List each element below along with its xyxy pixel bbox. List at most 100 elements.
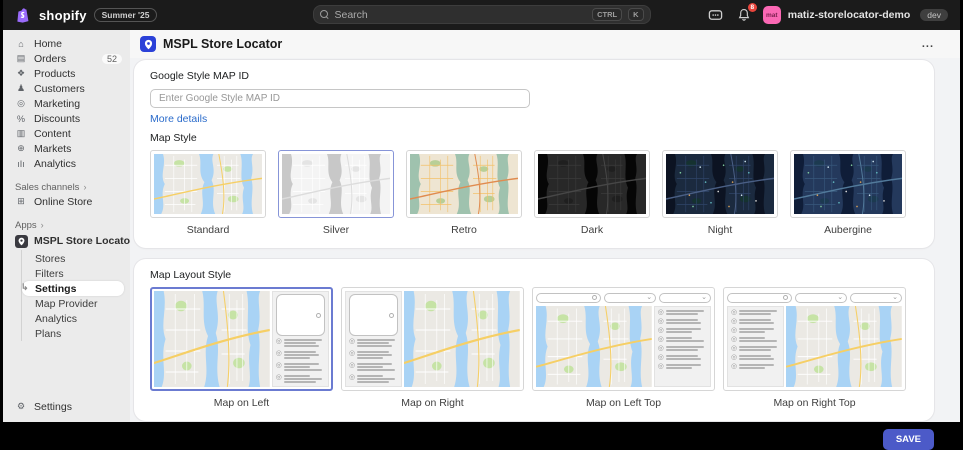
map-preview-standard [154, 154, 262, 214]
pin-icon: ◎ [658, 354, 664, 361]
store-list-item: ◎ [731, 309, 780, 316]
layout-map-preview [404, 291, 520, 387]
list-item-lines [357, 338, 398, 348]
global-search-input[interactable]: Search CTRL K [313, 5, 651, 24]
more-details-link[interactable]: More details [150, 113, 207, 125]
subitem-label: Stores [35, 253, 65, 265]
pin-icon: ◎ [731, 327, 737, 334]
map-layout-card: Map Layout Style ◎◎◎◎Map on Left◎◎◎◎Map … [134, 259, 934, 421]
store-list-item: ◎ [658, 309, 707, 316]
store-list-item: ◎ [658, 336, 707, 343]
save-button[interactable]: SAVE [883, 429, 934, 450]
sidebar-item-discounts[interactable]: %Discounts [3, 111, 130, 126]
shortcut-ctrl-key: CTRL [592, 8, 622, 21]
map-style-caption: Dark [534, 224, 650, 236]
sidebar-item-products[interactable]: ❖Products [3, 66, 130, 81]
list-item-lines [284, 374, 325, 384]
pin-icon: ◎ [658, 363, 664, 370]
map-id-label: Google Style MAP ID [150, 70, 918, 82]
sidebar-subitem-settings[interactable]: ↳Settings [22, 281, 124, 296]
list-item-lines [739, 354, 780, 361]
map-style-caption: Aubergine [790, 224, 906, 236]
sidebar-item-online-store[interactable]: ⊞Online Store [3, 194, 130, 209]
list-item-lines [284, 338, 325, 348]
list-item-lines [666, 336, 707, 343]
list-item-lines [666, 318, 707, 325]
pin-icon: ◎ [349, 338, 355, 345]
sidebar-subitem-stores[interactable]: ↳Stores [22, 251, 124, 266]
sales-channels-section-header[interactable]: Sales channels› [3, 180, 130, 194]
map-id-input[interactable] [150, 89, 530, 108]
sidebar-item-settings[interactable]: ⚙ Settings [3, 399, 130, 414]
pin-icon: ◎ [276, 362, 282, 369]
store-list-item: ◎ [731, 327, 780, 334]
sidebar-item-orders[interactable]: ▤Orders52 [3, 51, 130, 66]
select-pill: ⌄ [604, 293, 656, 303]
search-placeholder: Search [335, 9, 587, 21]
map-layout-tile-map-left-top[interactable]: ⌄⌄◎◎◎◎◎◎◎Map on Left Top [532, 287, 715, 409]
store-list-item: ◎ [349, 362, 398, 372]
sidebar-item-mspl-store-locator[interactable]: MSPL Store Locator· [3, 232, 130, 250]
sidebar-item-markets[interactable]: ⊕Markets [3, 141, 130, 156]
map-style-tile-retro[interactable]: Retro [406, 150, 522, 236]
sidebar-subitem-filters[interactable]: ↳Filters [22, 266, 124, 281]
store-list-item: ◎ [731, 318, 780, 325]
map-style-caption: Night [662, 224, 778, 236]
notifications-button[interactable]: 8 [735, 6, 753, 24]
page-title: MSPL Store Locator [163, 37, 915, 51]
list-item-lines [739, 327, 780, 334]
map-style-tile-dark[interactable]: Dark [534, 150, 650, 236]
shortcut-k-key: K [628, 8, 643, 21]
edition-badge[interactable]: Summer '25 [94, 8, 158, 22]
sidebar-item-label: Home [34, 38, 122, 50]
sidebar-item-home[interactable]: ⌂Home [3, 36, 130, 51]
shopify-bag-icon [15, 7, 32, 24]
overflow-menu-button[interactable]: ... [922, 38, 934, 50]
map-style-caption: Standard [150, 224, 266, 236]
search-icon [316, 313, 321, 318]
map-style-label: Map Style [150, 132, 918, 144]
map-style-tile-standard[interactable]: Standard [150, 150, 266, 236]
map-style-tile-aubergine[interactable]: Aubergine [790, 150, 906, 236]
map-layout-caption: Map on Left Top [532, 397, 715, 409]
content-icon: ▥ [15, 128, 27, 139]
sidebar-item-marketing[interactable]: ◎Marketing [3, 96, 130, 111]
map-layout-thumbnail: ◎◎◎◎ [341, 287, 524, 391]
map-layout-tile-map-right[interactable]: ◎◎◎◎Map on Right [341, 287, 524, 409]
sidebar-subitem-map-provider[interactable]: ↳Map Provider [22, 296, 124, 311]
sidebar-item-customers[interactable]: ♟Customers [3, 81, 130, 96]
sidebar-subitem-plans[interactable]: ↳Plans [22, 326, 124, 341]
sidebar-item-label: Customers [34, 83, 122, 95]
pin-icon: ◎ [731, 336, 737, 343]
list-item-lines [666, 327, 707, 334]
chevron-down-icon: ⌄ [837, 296, 843, 300]
shopify-logo[interactable]: shopify Summer '25 [15, 7, 157, 24]
store-name[interactable]: matiz-storelocator-demo [788, 9, 911, 21]
apps-section-header[interactable]: Apps› [3, 218, 130, 232]
subitem-label: Analytics [35, 313, 77, 325]
map-style-thumbnail [150, 150, 266, 218]
orders-count-badge: 52 [102, 54, 122, 64]
sales-channels-label: Sales channels [15, 182, 79, 193]
layout-store-list: ◎◎◎◎◎◎◎ [654, 306, 711, 387]
sidebar-item-label: Settings [34, 401, 122, 413]
map-style-tile-night[interactable]: Night [662, 150, 778, 236]
dev-badge: dev [920, 9, 948, 21]
inbox-chat-button[interactable] [707, 6, 725, 24]
store-avatar[interactable]: mat [763, 6, 781, 24]
list-item-lines [666, 363, 707, 370]
map-layout-tile-map-right-top[interactable]: ⌄⌄◎◎◎◎◎◎◎Map on Right Top [723, 287, 906, 409]
pin-icon: ◎ [276, 350, 282, 357]
sidebar-item-label: Content [34, 128, 122, 140]
store-list-item: ◎ [276, 350, 325, 360]
map-style-tile-silver[interactable]: Silver [278, 150, 394, 236]
settings-icon: ⚙ [15, 401, 27, 412]
sidebar-item-content[interactable]: ▥ Content [3, 126, 130, 141]
list-item-lines [666, 354, 707, 361]
chevron-down-icon: ⌄ [892, 296, 898, 300]
sidebar-subitem-analytics[interactable]: ↳Analytics [22, 311, 124, 326]
sidebar-item-analytics[interactable]: ıIıAnalytics [3, 156, 130, 171]
tree-arrow-icon: ↳ [21, 282, 29, 293]
map-layout-tile-map-left[interactable]: ◎◎◎◎Map on Left [150, 287, 333, 409]
select-pill: ⌄ [659, 293, 711, 303]
